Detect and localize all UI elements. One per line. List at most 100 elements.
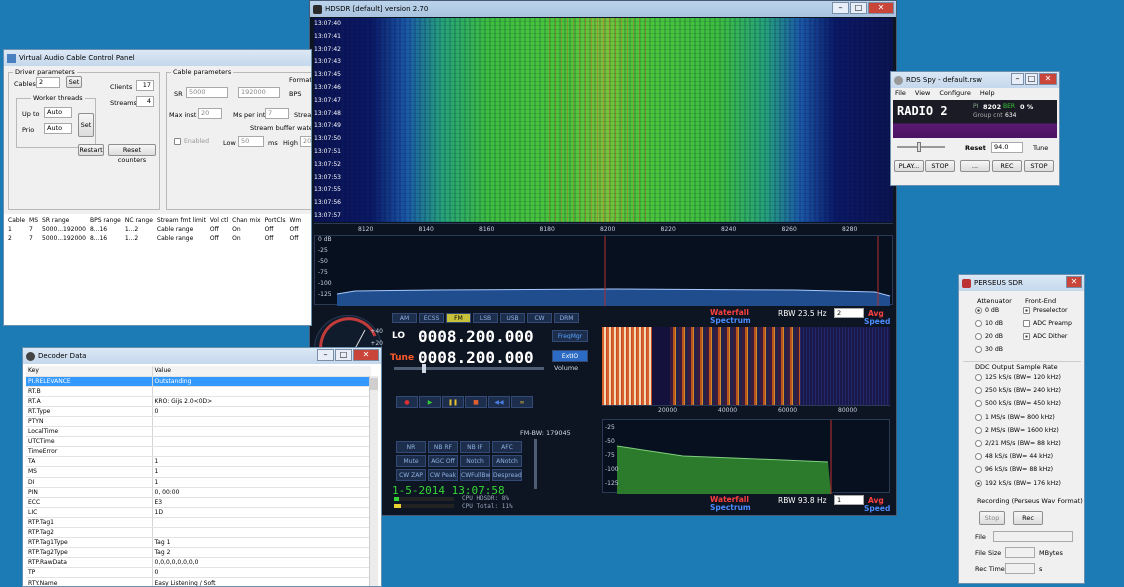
mode-fm-button[interactable]: FM: [446, 313, 471, 323]
table-row[interactable]: TA 1: [26, 456, 371, 468]
af-avg-select[interactable]: 1: [834, 495, 864, 505]
column-header[interactable]: Chan mix: [230, 216, 262, 225]
maximize-icon[interactable]: □: [850, 2, 867, 14]
low-select[interactable]: 50: [238, 136, 264, 147]
table-row[interactable]: 1 7 5000...192000 8...16 1...2 Cable range Off…: [6, 225, 303, 234]
table-row[interactable]: UTCTime: [26, 436, 371, 448]
column-header[interactable]: Cable: [6, 216, 27, 225]
ms-per-int-select[interactable]: 7: [265, 108, 289, 119]
sample-rate-option[interactable]: 500 kS/s (BW= 450 kHz): [975, 400, 1061, 408]
dsp-nr-button[interactable]: NR: [396, 441, 426, 453]
dsp-cwfullbw-button[interactable]: CWFullBw: [460, 469, 490, 481]
browse-button[interactable]: ...: [960, 160, 990, 172]
table-row[interactable]: PIN 0, 00:00: [26, 487, 371, 498]
mode-lsb-button[interactable]: LSB: [473, 313, 498, 323]
enabled-checkbox[interactable]: Enabled: [174, 138, 209, 145]
dsp-nb-if-button[interactable]: NB IF: [460, 441, 490, 453]
column-header[interactable]: MS: [27, 216, 40, 225]
stop-button[interactable]: Stop: [979, 511, 1005, 525]
pause-icon[interactable]: ❚❚: [442, 396, 464, 408]
reset-label[interactable]: Reset: [965, 144, 986, 152]
sample-rate-option[interactable]: 250 kS/s (BW= 240 kHz): [975, 387, 1061, 395]
avg-select[interactable]: 2: [834, 308, 864, 318]
volume-slider[interactable]: [394, 364, 544, 373]
high-value[interactable]: 200: [300, 136, 311, 147]
tune-frequency[interactable]: 0008.200.000: [418, 348, 534, 367]
sr-max-select[interactable]: 192000: [238, 87, 280, 98]
table-row[interactable]: LocalTime: [26, 426, 371, 438]
rewind-icon[interactable]: ◀◀: [488, 396, 510, 408]
decoder-scrollbar[interactable]: [369, 376, 378, 586]
table-row[interactable]: DI 1: [26, 477, 371, 488]
play-icon[interactable]: ▶: [419, 396, 441, 408]
mode-cw-button[interactable]: CW: [527, 313, 552, 323]
fm-bw-slider[interactable]: [534, 439, 537, 489]
prio-select[interactable]: Auto: [44, 123, 72, 134]
dsp-despread-button[interactable]: Despread: [492, 469, 522, 481]
reset-counters-button[interactable]: Reset counters: [108, 144, 156, 164]
table-row[interactable]: TP 0: [26, 567, 371, 579]
sample-rate-option[interactable]: 48 kS/s (BW= 44 kHz): [975, 453, 1053, 461]
front-end-option[interactable]: ADC Dither: [1023, 333, 1067, 340]
hdsdr-titlebar[interactable]: HDSDR [default] version 2.70 – □ ✕: [310, 1, 896, 17]
column-header[interactable]: SR range: [40, 216, 88, 225]
tune-label[interactable]: Tune: [1033, 144, 1048, 152]
sample-rate-option[interactable]: 1 MS/s (BW= 800 kHz): [975, 413, 1055, 421]
dsp-nb-rf-button[interactable]: NB RF: [428, 441, 458, 453]
minimize-icon[interactable]: –: [832, 2, 849, 14]
rec-button[interactable]: Rec: [1013, 511, 1043, 525]
max-inst-select[interactable]: 20: [198, 108, 222, 119]
dsp-afc-button[interactable]: AFC: [492, 441, 522, 453]
dsp-agc-off-button[interactable]: AGC Off: [428, 455, 458, 467]
value-header[interactable]: Value: [152, 366, 371, 377]
table-row[interactable]: RT.Type 0: [26, 406, 371, 417]
sr-min-select[interactable]: 5000: [186, 87, 228, 98]
record-icon[interactable]: ●: [396, 396, 418, 408]
mode-usb-button[interactable]: USB: [500, 313, 525, 323]
af-spectrum[interactable]: -25 -50 -75 -100 -125: [602, 419, 890, 494]
rds-slider[interactable]: [897, 142, 945, 152]
table-row[interactable]: PI.RELEVANCE Outstanding: [26, 376, 371, 387]
table-row[interactable]: RTP.Tag1Type Tag 1: [26, 537, 371, 549]
minimize-icon[interactable]: –: [317, 349, 334, 361]
lo-frequency[interactable]: 0008.200.000: [418, 327, 534, 346]
stop-button[interactable]: STOP: [925, 160, 955, 172]
threads-set-button[interactable]: Set: [78, 113, 94, 137]
close-icon[interactable]: ✕: [1039, 73, 1057, 85]
stop-rec-button[interactable]: STOP: [1024, 160, 1054, 172]
upto-select[interactable]: Auto: [44, 107, 72, 118]
dsp-mute-button[interactable]: Mute: [396, 455, 426, 467]
attenuator-option[interactable]: 30 dB: [975, 346, 1003, 353]
table-row[interactable]: RTP.Tag1: [26, 517, 371, 529]
table-row[interactable]: RTY.Name Easy Listening / Soft: [26, 577, 371, 586]
sample-rate-option[interactable]: 2/21 MS/s (BW= 88 kHz): [975, 440, 1061, 447]
column-header[interactable]: PortCls: [263, 216, 288, 225]
dsp-cw-zap-button[interactable]: CW ZAP: [396, 469, 426, 481]
table-row[interactable]: RTP.Tag2Type Tag 2: [26, 547, 371, 559]
table-row[interactable]: RTP.RawData 0,0,0,0,0,0,0,0: [26, 557, 371, 569]
frequency-select[interactable]: 94.0: [991, 142, 1023, 153]
loop-icon[interactable]: ∞: [511, 396, 533, 408]
cables-spin[interactable]: 2: [36, 77, 60, 88]
dsp-cw-peak-button[interactable]: CW Peak: [428, 469, 458, 481]
perseus-titlebar[interactable]: PERSEUS SDR ✕: [959, 275, 1084, 291]
af-waterfall[interactable]: [602, 327, 890, 405]
table-row[interactable]: PTYN: [26, 416, 371, 428]
menu-file[interactable]: File: [895, 89, 906, 99]
sample-rate-option[interactable]: 192 kS/s (BW= 176 kHz): [975, 479, 1061, 487]
table-row[interactable]: RT.B: [26, 386, 371, 397]
mode-am-button[interactable]: AM: [392, 313, 417, 323]
freqmgr-button[interactable]: FreqMgr: [552, 330, 588, 342]
table-row[interactable]: 2 7 5000...192000 8...16 1...2 Cable range Off…: [6, 234, 303, 243]
restart-button[interactable]: Restart: [78, 144, 104, 156]
column-header[interactable]: NC range: [123, 216, 155, 225]
attenuator-option[interactable]: 10 dB: [975, 320, 1003, 327]
menu-configure[interactable]: Configure: [939, 89, 971, 99]
stop-icon[interactable]: ■: [465, 396, 487, 408]
extio-button[interactable]: ExtIO: [552, 350, 588, 362]
rec-button[interactable]: REC: [992, 160, 1022, 172]
attenuator-option[interactable]: 0 dB: [975, 307, 999, 314]
mode-ecss-button[interactable]: ECSS: [419, 313, 444, 323]
close-icon[interactable]: ✕: [353, 349, 379, 361]
table-row[interactable]: MS 1: [26, 466, 371, 478]
